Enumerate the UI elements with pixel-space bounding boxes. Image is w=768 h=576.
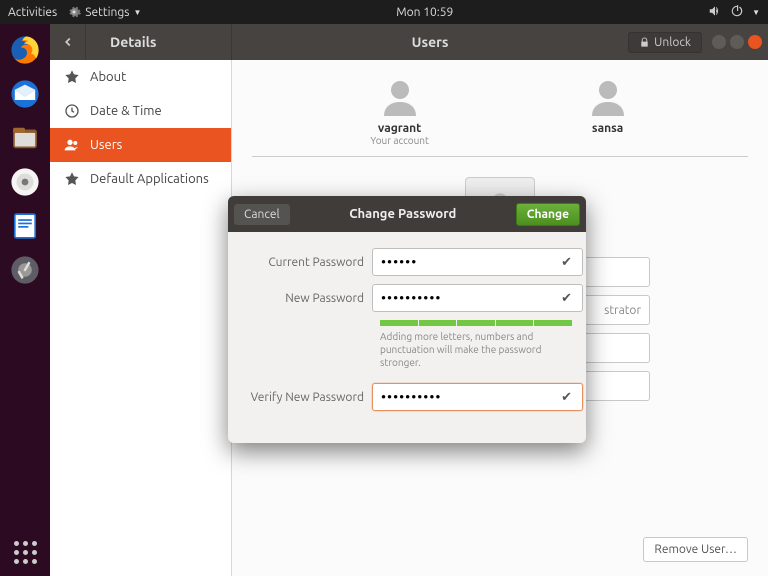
sidebar-item-label: Users [90,138,122,152]
lock-icon [639,37,650,48]
sidebar-item-default-apps[interactable]: Default Applications [50,162,231,196]
users-icon [64,137,80,153]
user-name: sansa [586,122,630,135]
sidebar-item-label: Date & Time [90,104,162,118]
maximize-button[interactable] [730,35,744,49]
settings-launcher-icon[interactable] [5,250,45,290]
change-password-dialog: Cancel Change Password Change Current Pa… [228,196,586,443]
new-password-input[interactable] [372,284,583,312]
volume-icon[interactable] [708,4,722,21]
password-hint: Adding more letters, numbers and punctua… [380,330,572,369]
show-applications-icon[interactable] [14,541,37,564]
remove-user-button[interactable]: Remove User… [643,537,748,562]
top-bar: Activities Settings ▼ Mon 10:59 ▼ [0,0,768,24]
current-password-label: Current Password [242,256,372,269]
window-header: Details Users Unlock [50,24,768,60]
app-menu[interactable]: Settings ▼ [67,5,141,19]
rhythmbox-icon[interactable] [5,162,45,202]
about-icon [64,69,80,85]
user-card-vagrant[interactable]: vagrant Your account [370,74,429,146]
settings-icon [67,5,81,19]
panel-title: Details [86,34,231,50]
user-name: vagrant [370,122,429,135]
clock[interactable]: Mon 10:59 [141,6,708,19]
cancel-button[interactable]: Cancel [234,204,290,225]
change-button[interactable]: Change [516,203,580,226]
password-strength-meter [380,320,572,326]
sidebar-item-users[interactable]: Users [50,128,231,162]
dropdown-icon: ▼ [133,8,141,17]
page-title: Users [232,34,628,50]
user-card-sansa[interactable]: sansa [586,74,630,146]
power-icon[interactable] [730,4,744,21]
verify-password-label: Verify New Password [242,391,372,404]
star-icon [64,171,80,187]
clock-icon [64,103,80,119]
back-button[interactable] [50,24,86,60]
dialog-title: Change Password [290,207,516,221]
sidebar: About Date & Time Users Default Applicat… [50,60,232,576]
sidebar-item-about[interactable]: About [50,60,231,94]
user-sub: Your account [370,135,429,146]
system-menu-icon[interactable]: ▼ [752,8,760,17]
libreoffice-writer-icon[interactable] [5,206,45,246]
firefox-icon[interactable] [5,30,45,70]
sidebar-item-label: About [90,70,126,84]
activities-button[interactable]: Activities [8,6,57,19]
avatar-icon [586,74,630,118]
avatar-icon [378,74,422,118]
files-icon[interactable] [5,118,45,158]
sidebar-item-label: Default Applications [90,172,209,186]
launcher [0,24,50,576]
close-button[interactable] [748,35,762,49]
verify-password-input[interactable] [372,383,583,411]
new-password-label: New Password [242,292,372,305]
current-password-input[interactable] [372,248,583,276]
minimize-button[interactable] [712,35,726,49]
sidebar-item-datetime[interactable]: Date & Time [50,94,231,128]
unlock-button[interactable]: Unlock [628,32,702,53]
thunderbird-icon[interactable] [5,74,45,114]
